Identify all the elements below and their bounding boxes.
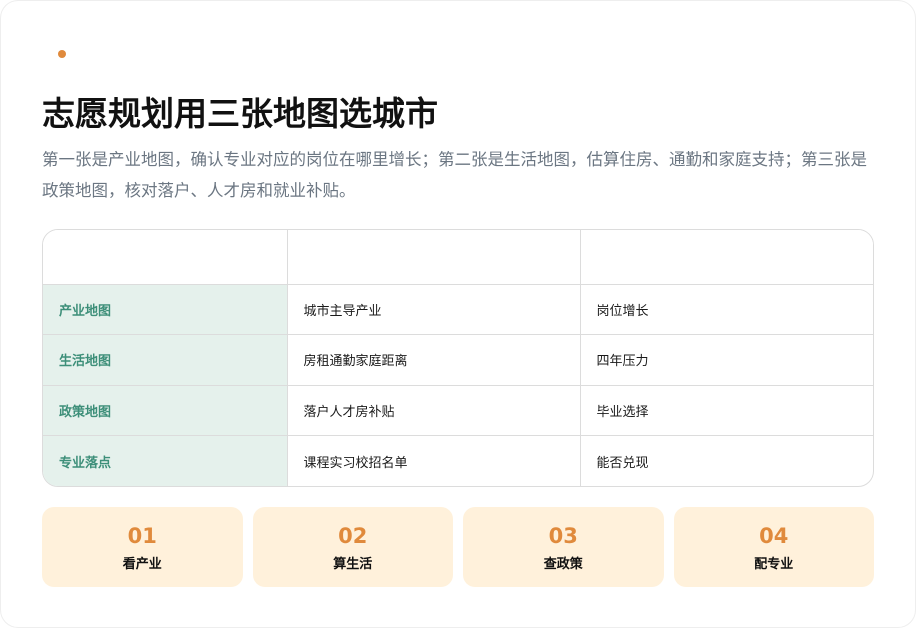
page-subtitle: 第一张是产业地图，确认专业对应的岗位在哪里增长；第二张是生活地图，估算住房、通勤…	[42, 150, 867, 200]
table-cell: 能否兑现	[596, 455, 649, 471]
step-label: 查政策	[543, 556, 583, 572]
step-card-3: 03 查政策	[463, 507, 664, 587]
step-card-1: 01 看产业	[42, 507, 243, 587]
step-label: 看产业	[122, 556, 162, 572]
table-cell: 房租通勤家庭距离	[287, 334, 581, 386]
page-title: 志愿规划用三张地图选城市	[42, 94, 438, 133]
city-map-table: 产业地图 城市主导产业 岗位增长 生活地图 房租通勤家庭距离 四年压力 政策地图…	[42, 229, 874, 487]
step-number: 03	[548, 523, 578, 548]
table-row: 政策地图 落户人才房补贴 毕业选择	[43, 385, 873, 436]
step-number: 04	[759, 523, 789, 548]
table-header-cell	[580, 230, 873, 285]
table-header-row	[43, 230, 873, 285]
step-number: 01	[127, 523, 157, 548]
table-cell: 毕业选择	[580, 385, 873, 436]
table-header-cell	[43, 230, 288, 285]
table-cell: 岗位增长	[580, 284, 873, 335]
table-cell: 四年压力	[580, 334, 873, 386]
table-cell: 课程实习校招名单	[287, 435, 581, 486]
table-cell: 落户人才房补贴	[287, 385, 581, 436]
accent-dot	[58, 50, 66, 58]
row-header-industry-map: 产业地图	[43, 284, 288, 335]
row-header-major-fit: 专业落点	[43, 435, 288, 486]
table-row: 专业落点 课程实习校招名单 能否兑现	[43, 435, 873, 486]
row-header-policy-map: 政策地图	[43, 385, 288, 436]
table-row: 产业地图 城市主导产业 岗位增长	[43, 284, 873, 335]
table-row: 生活地图 房租通勤家庭距离 四年压力	[43, 334, 873, 386]
step-card-4: 04 配专业	[673, 507, 874, 587]
step-label: 算生活	[333, 556, 373, 572]
table-header-cell	[287, 230, 581, 285]
step-cards: 01 看产业 02 算生活 03 查政策 04 配专业	[42, 507, 874, 587]
step-card-2: 02 算生活	[252, 507, 453, 587]
table-cell: 城市主导产业	[287, 284, 581, 335]
step-number: 02	[338, 523, 368, 548]
step-label: 配专业	[754, 556, 794, 572]
page-card: 志愿规划用三张地图选城市 第一张是产业地图，确认专业对应的岗位在哪里增长；第二张…	[0, 0, 916, 628]
row-header-life-map: 生活地图	[43, 334, 288, 386]
